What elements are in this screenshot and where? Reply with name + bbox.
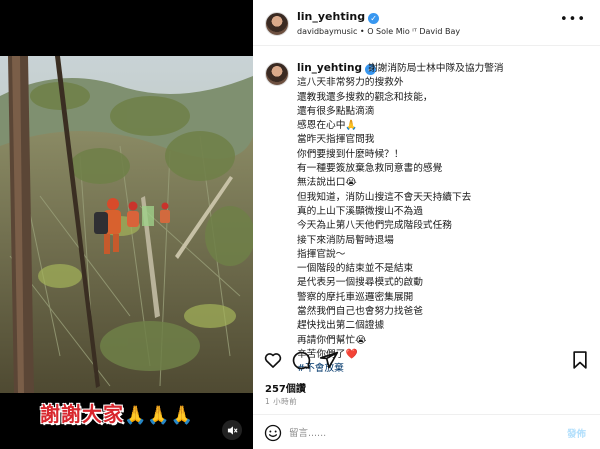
username-text[interactable]: lin_yehting (297, 10, 365, 23)
caption-line: 警察的摩托車巡邏密集展開 (297, 291, 414, 303)
caption-line: 感恩在心中🙏 (297, 120, 358, 132)
caption-line: 趕快找出第二個證據 (297, 320, 385, 332)
send-icon[interactable] (319, 350, 339, 370)
caption-line: 今天為止第八天他們完成階段式任務 (297, 220, 452, 232)
caption-line: 無法說出口😭 (297, 177, 357, 189)
caption-line: 接下來消防局暫時退場 (297, 234, 394, 246)
caption-line: 再請你們幫忙😭 (297, 334, 367, 346)
caption-text: 謝謝大家 (40, 402, 124, 426)
header-username[interactable]: lin_yehting ✓ (297, 10, 380, 24)
post-comment-button[interactable]: 發佈 (567, 426, 586, 440)
caption-line: 這八天非常努力的搜救外 (297, 77, 404, 89)
caption-line: 是代表另一個搜尋模式的啟動 (297, 277, 423, 289)
praying-hands-emoji: 🙏🙏🙏 (124, 405, 195, 426)
heart-icon[interactable] (263, 350, 283, 370)
caption-line: 當然我們自己也會努力找爸爸 (297, 306, 423, 318)
caption-line: 有一種要簽放棄急救同意書的感覺 (297, 163, 443, 175)
comment-bar: 發佈 (253, 414, 600, 449)
bookmark-icon[interactable] (570, 350, 590, 370)
mute-button[interactable] (222, 420, 242, 440)
more-options-button[interactable]: ••• (560, 12, 586, 27)
audio-attribution[interactable]: davidbaymusic • O Sole Mio ᴵᵀ David Bay (297, 27, 460, 36)
like-count[interactable]: 257個讚 (265, 380, 306, 395)
comment-input[interactable] (289, 424, 529, 442)
caption-line: 謝謝消防局士林中隊及協力警消 (368, 63, 504, 74)
caption-line: 真的上山下溪顯微搜山不為過 (297, 205, 423, 217)
caption-body: 謝謝消防局士林中隊及協力警消 這八天非常努力的搜救外 還教我還多搜救的觀念和技能… (297, 62, 592, 377)
verified-badge-icon: ✓ (368, 13, 380, 24)
post-detail-panel: lin_yehting ✓ davidbaymusic • O Sole Mio … (253, 0, 600, 449)
caption-line: 還教我還多搜救的觀念和技能， (297, 91, 433, 103)
caption-line: 但我知道，消防山搜這不會天天持續下去 (297, 191, 472, 203)
video-player[interactable]: 謝謝大家🙏🙏🙏 (0, 0, 253, 449)
post-header: lin_yehting ✓ davidbaymusic • O Sole Mio … (253, 0, 600, 46)
caption-avatar[interactable] (265, 62, 289, 86)
avatar[interactable] (265, 12, 289, 36)
video-caption-overlay: 謝謝大家🙏🙏🙏 (40, 398, 194, 427)
caption-line: 指揮官說～ (297, 248, 346, 260)
post-caption: lin_yehting ✓ 謝謝消防局士林中隊及協力警消 這八天非常努力的搜救外 … (253, 58, 600, 374)
caption-line: 當昨天指揮官問我 (297, 134, 375, 146)
caption-line: 還有很多點點滴滴 (297, 105, 375, 117)
comment-icon[interactable] (291, 350, 311, 370)
smiley-icon[interactable] (264, 424, 282, 442)
caption-line: 你們要搜到什麼時候？！ (297, 148, 404, 160)
post-timestamp[interactable]: 1 小時前 (265, 396, 297, 407)
speaker-muted-icon (227, 425, 238, 435)
caption-line: 一個階段的結束並不是結束 (297, 263, 414, 275)
action-bar (253, 348, 600, 372)
forest-rescue-photo (0, 56, 253, 393)
